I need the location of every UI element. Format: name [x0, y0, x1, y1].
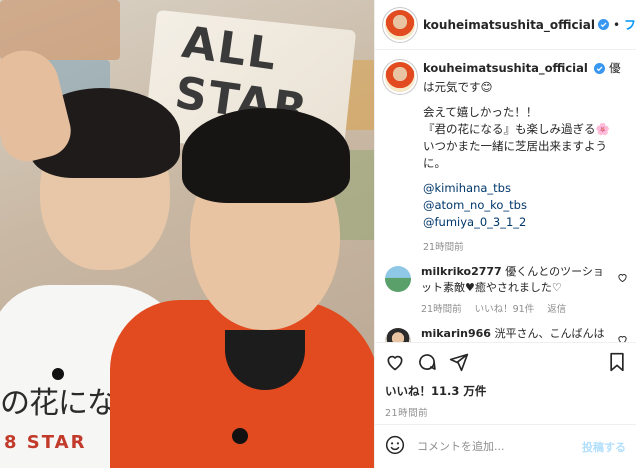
caption-body: 会えて嬉しかった！！ 『君の花になる』も楽しみ過ぎる🌸 いつかまた一緒に芝居出来… — [423, 104, 623, 172]
follow-button[interactable]: フ — [624, 16, 636, 33]
comment-item: milkriko2777 優くんとのツーショット素敵♥癒やされました♡ 21時間… — [375, 256, 636, 318]
caption-line: 『君の花になる』も楽しみ過ぎる🌸 — [423, 122, 610, 136]
commenter-avatar[interactable] — [385, 266, 411, 292]
mention-link[interactable]: @atom_no_ko_tbs — [423, 197, 623, 214]
caption-text: kouheimatsushita_official 優は元気です😊 会えて嬉しか… — [423, 60, 623, 256]
action-icons-row — [375, 343, 636, 377]
caption-line: 会えて嬉しかった！！ — [423, 105, 538, 119]
right-mic — [232, 428, 248, 444]
commenter-username[interactable]: milkriko2777 — [421, 265, 502, 278]
post-comment-button[interactable]: 投稿する — [582, 439, 626, 455]
caption-time: 21時間前 — [423, 242, 464, 253]
emoji-icon[interactable] — [385, 435, 405, 459]
caption-line: いつかまた一緒に芝居出来ますように。 — [423, 139, 607, 170]
comment-time: 21時間前 — [421, 304, 462, 315]
verified-badge-icon — [597, 15, 609, 34]
mention-link[interactable]: @fumiya_0_3_1_2 — [423, 214, 623, 231]
mention-link[interactable]: @kimihana_tbs — [423, 180, 623, 197]
caption-mentions: @kimihana_tbs @atom_no_ko_tbs @fumiya_0_… — [423, 180, 623, 231]
comment-body: mikarin966 洸平さん、こんばんは — [421, 326, 609, 342]
right-person-hair — [182, 108, 350, 203]
author-username[interactable]: kouheimatsushita_official — [423, 18, 595, 32]
verified-badge-icon — [594, 62, 606, 79]
comments-scroll-area[interactable]: kouheimatsushita_official 優は元気です😊 会えて嬉しか… — [375, 50, 636, 342]
author-avatar[interactable] — [385, 9, 415, 40]
shirt-print-subtext: 8 STAR — [4, 432, 87, 453]
share-paper-plane-icon[interactable] — [449, 352, 469, 372]
post-time: 21時間前 — [385, 408, 429, 419]
post-photo[interactable]: ALL STAR の花にな 8 STAR — [0, 0, 374, 468]
comment-body: milkriko2777 優くんとのツーショット素敵♥癒やされました♡ 21時間… — [421, 264, 609, 318]
comment-item: mikarin966 洸平さん、こんばんは — [375, 318, 636, 342]
comment-likes[interactable]: いいね！91件 — [475, 304, 535, 315]
caption-username[interactable]: kouheimatsushita_official — [423, 61, 588, 75]
commenter-username[interactable]: mikarin966 — [421, 327, 491, 340]
like-comment-heart-icon[interactable] — [617, 268, 628, 287]
post-actions: いいね！11.3 万件 21時間前 — [375, 342, 636, 419]
comment-meta: 21時間前 いいね！91件 返信 — [421, 302, 609, 318]
comment-bubble-icon[interactable] — [417, 352, 437, 372]
add-comment-bar: 投稿する — [375, 424, 636, 468]
caption-avatar[interactable] — [385, 62, 415, 92]
caption-block: kouheimatsushita_official 優は元気です😊 会えて嬉しか… — [375, 50, 636, 256]
post-header: kouheimatsushita_official • フ — [375, 0, 636, 50]
separator-dot: • — [612, 17, 621, 32]
comment-input[interactable] — [415, 439, 582, 454]
save-bookmark-icon[interactable] — [608, 352, 626, 372]
likes-count[interactable]: いいね！11.3 万件 — [375, 377, 636, 399]
left-mic — [52, 368, 64, 380]
reply-button[interactable]: 返信 — [547, 304, 566, 315]
like-heart-icon[interactable] — [385, 352, 405, 372]
commenter-avatar[interactable] — [385, 328, 411, 342]
shirt-print-text: の花にな — [0, 386, 117, 421]
like-comment-heart-icon[interactable] — [617, 330, 628, 342]
instagram-post: ALL STAR の花にな 8 STAR kouheimatsushita_of… — [0, 0, 636, 468]
post-side-panel: kouheimatsushita_official • フ kouheimats… — [374, 0, 636, 468]
comment-text: 洸平さん、こんばんは — [494, 327, 605, 340]
